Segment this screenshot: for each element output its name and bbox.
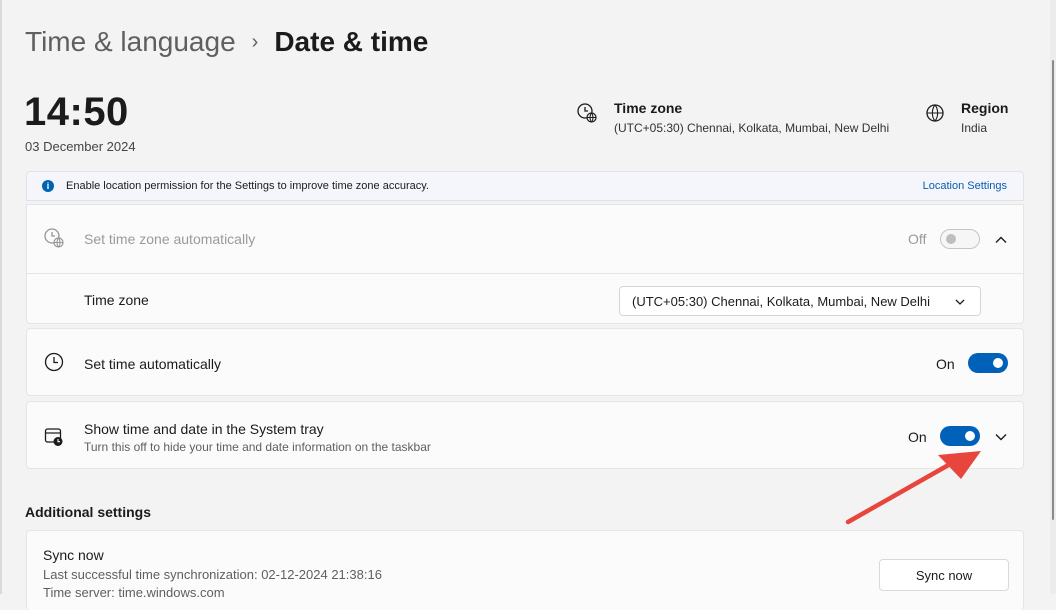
show-in-tray-state: On [908,429,927,445]
show-in-tray-description: Turn this off to hide your time and date… [84,440,431,454]
scrollbar-thumb[interactable] [1052,60,1054,520]
region-title: Region [961,100,1009,116]
breadcrumb-parent-link[interactable]: Time & language [25,26,236,58]
sync-now-button[interactable]: Sync now [879,559,1009,591]
set-time-zone-auto-toggle[interactable] [940,229,980,249]
clock-globe-icon [44,228,64,248]
chevron-down-icon [955,299,965,305]
globe-icon [926,104,944,122]
set-time-auto-row: Set time automatically On [26,328,1024,396]
breadcrumb: Time & language › Date & time [25,22,428,62]
set-time-zone-auto-label: Set time zone automatically [84,231,256,247]
banner-text: Enable location permission for the Setti… [66,180,429,192]
set-time-zone-auto-row: Set time zone automatically Off [27,205,1023,274]
region-value: India [961,121,988,135]
chevron-up-icon[interactable] [994,233,1008,247]
set-time-auto-toggle[interactable] [968,353,1008,373]
window-left-border [0,0,2,594]
show-in-tray-label: Show time and date in the System tray [84,421,324,437]
additional-settings-heading: Additional settings [25,504,151,520]
set-time-auto-state: On [936,356,955,372]
chevron-down-icon[interactable] [994,430,1008,444]
set-time-zone-auto-state: Off [908,231,927,247]
current-time: 14:50 [24,90,129,134]
current-date: 03 December 2024 [25,139,136,154]
last-sync-text: Last successful time synchronization: 02… [43,567,382,582]
location-settings-link[interactable]: Location Settings [923,180,1007,192]
calendar-clock-icon [44,428,63,446]
time-server-text: Time server: time.windows.com [43,585,225,600]
set-time-zone-auto-card: Set time zone automatically Off Time zon… [26,204,1024,324]
time-zone-value: (UTC+05:30) Chennai, Kolkata, Mumbai, Ne… [614,121,890,135]
sync-now-title: Sync now [43,547,104,563]
location-permission-banner: i Enable location permission for the Set… [26,171,1024,201]
time-zone-title: Time zone [614,100,683,116]
page-title: Date & time [274,26,429,57]
show-in-tray-row: Show time and date in the System tray Tu… [26,401,1024,469]
time-zone-dropdown[interactable]: (UTC+05:30) Chennai, Kolkata, Mumbai, Ne… [619,286,981,316]
clock-globe-icon [577,103,597,123]
time-zone-summary: Time zone (UTC+05:30) Chennai, Kolkata, … [576,100,889,135]
clock-icon [44,352,64,372]
info-icon: i [42,180,54,192]
show-in-tray-toggle[interactable] [940,426,980,446]
chevron-right-icon: › [251,30,259,53]
time-zone-label: Time zone [84,292,149,308]
set-time-auto-label: Set time automatically [84,356,221,372]
sync-now-card: Sync now Last successful time synchroniz… [26,530,1024,610]
region-summary: Region India [924,100,1008,135]
time-zone-dropdown-value: (UTC+05:30) Chennai, Kolkata, Mumbai, Ne… [632,293,931,309]
